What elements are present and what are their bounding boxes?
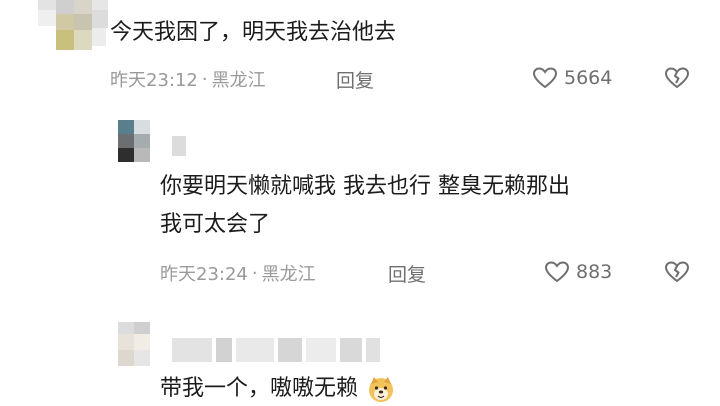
- comment-location: 黑龙江: [211, 70, 266, 91]
- reply-button[interactable]: 回复: [388, 260, 426, 287]
- comment-time: 昨天23:12: [110, 70, 198, 91]
- username-blurred[interactable]: [172, 136, 186, 156]
- meta-separator: ·: [201, 68, 208, 90]
- dislike-button[interactable]: [664, 260, 690, 288]
- comment-meta: 昨天23:12 · 黑龙江: [110, 66, 266, 92]
- comment-meta: 昨天23:24 · 黑龙江: [160, 260, 316, 286]
- broken-heart-icon: [664, 261, 690, 283]
- meta-separator: ·: [251, 262, 258, 284]
- like-count: 5664: [564, 67, 613, 89]
- comment-location: 黑龙江: [261, 264, 316, 285]
- comment-time: 昨天23:24: [160, 264, 248, 285]
- like-count: 883: [576, 261, 613, 283]
- comment-text: 带我一个，嗷嗷无赖: [160, 372, 395, 406]
- comment-text-continued: 我可太会了: [160, 212, 271, 237]
- avatar[interactable]: [118, 120, 150, 162]
- like-button[interactable]: 5664: [532, 66, 612, 90]
- like-button[interactable]: 883: [544, 260, 612, 284]
- heart-outline-icon: [532, 67, 558, 89]
- broken-heart-icon: [664, 67, 690, 89]
- doge-emoji-icon: [369, 377, 394, 402]
- avatar[interactable]: [118, 322, 150, 366]
- avatar[interactable]: [38, 0, 108, 52]
- reply-button[interactable]: 回复: [336, 66, 374, 93]
- dislike-button[interactable]: [664, 66, 690, 94]
- comment-text-content: 带我一个，嗷嗷无赖: [160, 376, 359, 401]
- username-blurred[interactable]: [172, 338, 380, 362]
- comment-text: 今天我困了，明天我去治他去: [110, 20, 397, 45]
- comment-text: 你要明天懒就喊我 我去也行 整臭无赖那出: [160, 174, 570, 199]
- heart-outline-icon: [544, 261, 570, 283]
